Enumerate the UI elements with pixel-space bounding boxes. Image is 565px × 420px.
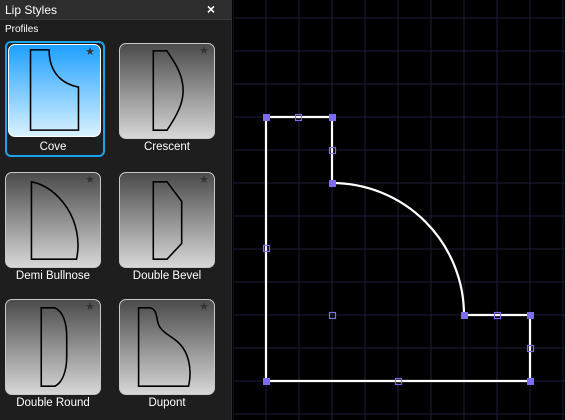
profile-tile-demi-bullnose[interactable]: ★ Demi Bullnose [2,169,102,289]
close-button[interactable]: × [204,1,218,17]
double-bevel-profile-icon [152,181,183,260]
crescent-profile-icon [152,50,184,131]
cove-profile-icon [29,49,80,131]
profile-label: Double Bevel [132,270,202,282]
demi-bullnose-profile-icon [30,180,79,260]
favorite-star-icon[interactable]: ★ [84,174,96,186]
panel-title: Lip Styles [5,3,58,17]
profile-tile-dupont[interactable]: ★ Dupont [116,296,216,416]
profile-thumbnail: ★ [8,44,101,137]
profile-thumbnail: ★ [119,43,215,139]
vertex-handle[interactable] [527,378,534,385]
vertex-handle[interactable] [329,180,336,187]
favorite-star-icon[interactable]: ★ [84,46,96,58]
favorite-star-icon[interactable]: ★ [198,301,210,313]
vertex-handle[interactable] [263,114,270,121]
vertex-handle[interactable] [263,378,270,385]
canvas-drawing[interactable] [233,0,565,420]
panel-header: Lip Styles × [0,0,232,20]
vertex-handle[interactable] [461,312,468,319]
profile-thumbnail: ★ [119,299,215,395]
profile-label: Cove [39,141,67,153]
double-round-profile-icon [40,307,68,387]
profile-tile-double-bevel[interactable]: ★ Double Bevel [116,169,216,289]
profile-tile-cove[interactable]: ★ Cove [2,40,105,160]
profile-thumbnail: ★ [5,299,101,395]
drawing-canvas[interactable] [233,0,565,420]
profile-label: Dupont [148,397,186,409]
profile-thumbnail: ★ [119,172,215,268]
profile-label: Demi Bullnose [15,270,91,282]
vertex-handle[interactable] [527,312,534,319]
profiles-section-label: Profiles [5,24,39,35]
profile-label: Crescent [143,141,191,153]
dupont-profile-icon [137,307,191,387]
favorite-star-icon[interactable]: ★ [198,45,210,57]
favorite-star-icon[interactable]: ★ [198,174,210,186]
canvas-grid [233,0,565,420]
profile-label: Double Round [16,397,90,409]
lip-styles-panel: Lip Styles × Profiles ★ Cove ★ Crescent [0,0,232,420]
profile-tile-crescent[interactable]: ★ Crescent [116,40,216,160]
profile-tile-double-round[interactable]: ★ Double Round [2,296,102,416]
profile-thumbnail: ★ [5,172,101,268]
vertex-handle[interactable] [329,114,336,121]
favorite-star-icon[interactable]: ★ [84,301,96,313]
